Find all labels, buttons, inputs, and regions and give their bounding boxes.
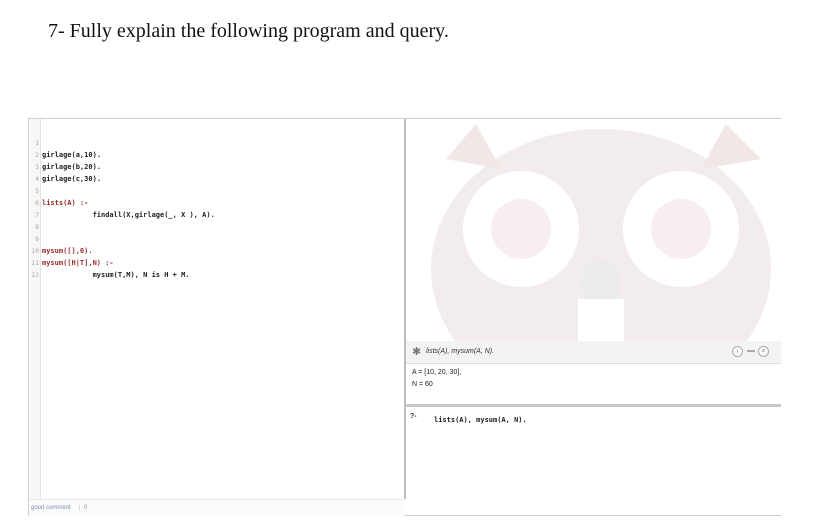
- swish-window: 1 girlage(a,10). 2 girlage(b,20). 3 girl…: [28, 118, 781, 516]
- result-n: N = 60: [412, 381, 433, 388]
- status-comment[interactable]: good comment: [31, 505, 71, 511]
- code-text: mysum(T,M), N is H + M.: [42, 271, 190, 279]
- stop-icon[interactable]: [747, 350, 755, 352]
- query-prompt: ?-: [410, 413, 417, 420]
- next-icon[interactable]: ›: [732, 346, 743, 357]
- code-line[interactable]: 2 girlage(b,20).: [29, 137, 404, 171]
- status-divider: |: [79, 505, 81, 511]
- owl-logo-icon: [431, 124, 771, 341]
- program-editor[interactable]: 1 girlage(a,10). 2 girlage(b,20). 3 girl…: [29, 119, 406, 499]
- owl-logo-background: [406, 119, 781, 342]
- code-line[interactable]: 1 girlage(a,10).: [29, 125, 404, 159]
- query-input-area[interactable]: ?- lists(A), mysum(A, N).: [406, 407, 781, 515]
- code-line[interactable]: 6 findall(X,girlage(_, X ), A).: [29, 185, 404, 219]
- code-line[interactable]: 5 lists(A) :-: [29, 173, 404, 207]
- query-input-text[interactable]: lists(A), mysum(A, N).: [434, 416, 527, 424]
- code-line[interactable]: 9 mysum([],0).: [29, 221, 404, 255]
- close-icon[interactable]: ×: [758, 346, 769, 357]
- question-text: 7- Fully explain the following program a…: [48, 20, 449, 42]
- query-header: ✱ lists(A), mysum(A, N). › ×: [406, 341, 781, 364]
- code-line[interactable]: 10 mysum([H|T],N) :-: [29, 233, 404, 267]
- code-line[interactable]: 3 girlage(c,30).: [29, 149, 404, 183]
- status-count: 0: [84, 505, 88, 511]
- code-line[interactable]: 8: [29, 209, 404, 231]
- code-line[interactable]: 7: [29, 197, 404, 219]
- gear-icon[interactable]: ✱: [412, 345, 421, 358]
- result-a: A = [10, 20, 30],: [412, 369, 462, 376]
- code-line[interactable]: 12: [29, 257, 404, 279]
- editor-status-bar: good comment | 0: [29, 499, 404, 516]
- line-number: 12: [31, 271, 39, 279]
- code-line[interactable]: 4: [29, 161, 404, 183]
- results-pane: ✱ lists(A), mysum(A, N). › × A = [10, 20…: [406, 119, 781, 515]
- query-title: lists(A), mysum(A, N).: [426, 348, 495, 355]
- code-line[interactable]: 11 mysum(T,M), N is H + M.: [29, 245, 404, 279]
- query-result: A = [10, 20, 30], N = 60: [406, 364, 781, 404]
